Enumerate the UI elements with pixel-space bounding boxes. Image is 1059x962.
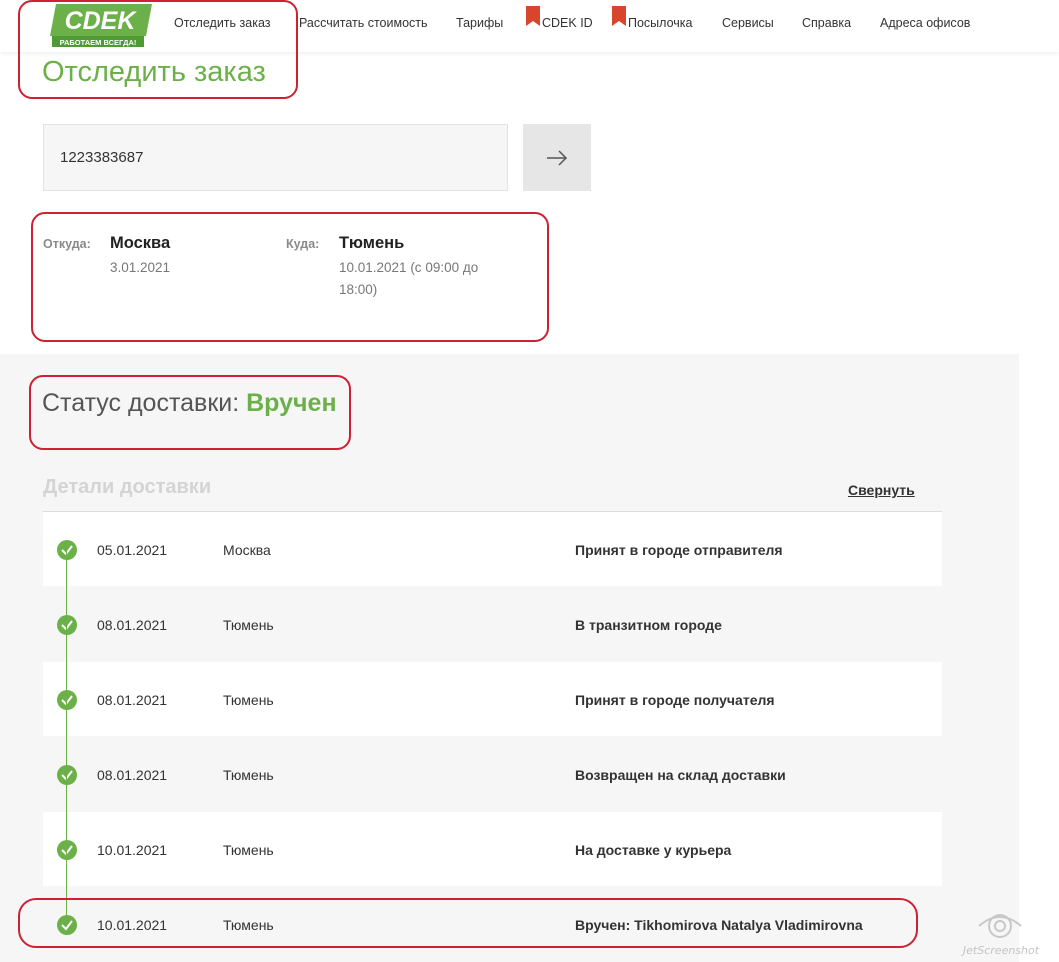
jetscreenshot-watermark: JetScreenshot [961,914,1040,957]
nav-item-parcel[interactable]: Посылочка [612,6,693,30]
new-badge-icon [526,6,540,26]
delivery-status: Статус доставки: Вручен [42,389,337,418]
top-navigation-bar: CDEK РАБОТАЕМ ВСЕГДА! Отследить заказ Ра… [0,0,1059,52]
nav-item-label: CDEK ID [542,16,593,30]
tracking-event-row: 08.01.2021 Тюмень В транзитном городе [43,587,942,661]
event-date: 10.01.2021 [97,842,168,858]
tracking-number-input[interactable] [43,124,508,191]
event-status: Возвращен на склад доставки [575,767,786,783]
check-icon [57,765,77,785]
page-title: Отследить заказ [42,56,266,88]
check-icon [57,690,77,710]
nav-item-track-order[interactable]: Отследить заказ [174,16,270,30]
tracking-event-row: 10.01.2021 Тюмень Вручен: Tikhomirova Na… [43,887,942,961]
nav-item-tariffs[interactable]: Тарифы [456,16,503,30]
event-status: На доставке у курьера [575,842,732,858]
nav-item-label: Посылочка [628,16,693,30]
logo-text: CDEK [65,7,138,35]
new-badge-icon [612,6,626,26]
to-city: Тюмень [339,234,405,252]
check-icon [57,615,77,635]
event-status: Принят в городе получателя [575,692,775,708]
from-label: Откуда: [43,237,91,251]
nav-item-services[interactable]: Сервисы [722,16,774,30]
event-city: Москва [223,542,271,558]
tracking-event-row: 10.01.2021 Тюмень На доставке у курьера [43,812,942,886]
tracking-event-row: 08.01.2021 Тюмень Принят в городе получа… [43,662,942,736]
arrow-right-icon [547,149,568,166]
nav-item-office-addresses[interactable]: Адреса офисов [880,16,970,30]
event-city: Тюмень [223,917,274,933]
event-city: Тюмень [223,692,274,708]
to-date-line-1: 10.01.2021 (с 09:00 до [339,260,479,275]
timeline-line [66,551,67,926]
from-date: 3.01.2021 [110,260,171,275]
to-date-line-2: 18:00) [339,282,378,297]
event-status: Вручен: Tikhomirova Natalya Vladimirovna [575,917,863,933]
check-icon [57,840,77,860]
event-city: Тюмень [223,842,274,858]
cdek-logo[interactable]: CDEK РАБОТАЕМ ВСЕГДА! [50,2,154,48]
event-status: В транзитном городе [575,617,722,633]
nav-item-calculate-cost[interactable]: Рассчитать стоимость [299,16,428,30]
track-submit-button[interactable] [523,124,591,191]
event-date: 10.01.2021 [97,917,168,933]
from-city: Москва [110,234,171,252]
tracking-event-row: 05.01.2021 Москва Принят в городе отправ… [43,512,942,586]
collapse-details-link[interactable]: Свернуть [848,482,915,498]
event-date: 05.01.2021 [97,542,168,558]
event-city: Тюмень [223,767,274,783]
delivery-status-value: Вручен [246,389,337,417]
to-label: Куда: [286,237,320,251]
tracking-event-row: 08.01.2021 Тюмень Возвращен на склад дос… [43,737,942,811]
event-date: 08.01.2021 [97,692,168,708]
nav-item-help[interactable]: Справка [802,16,851,30]
delivery-details-title: Детали доставки [43,476,212,498]
event-date: 08.01.2021 [97,767,168,783]
watermark-text: JetScreenshot [961,944,1040,957]
event-status: Принят в городе отправителя [575,542,783,558]
logo-tagline: РАБОТАЕМ ВСЕГДА! [60,38,137,47]
delivery-status-label: Статус доставки: [42,389,240,417]
nav-item-cdek-id[interactable]: CDEK ID [526,6,593,30]
event-city: Тюмень [223,617,274,633]
check-icon [57,540,77,560]
check-icon [57,915,77,935]
event-date: 08.01.2021 [97,617,168,633]
